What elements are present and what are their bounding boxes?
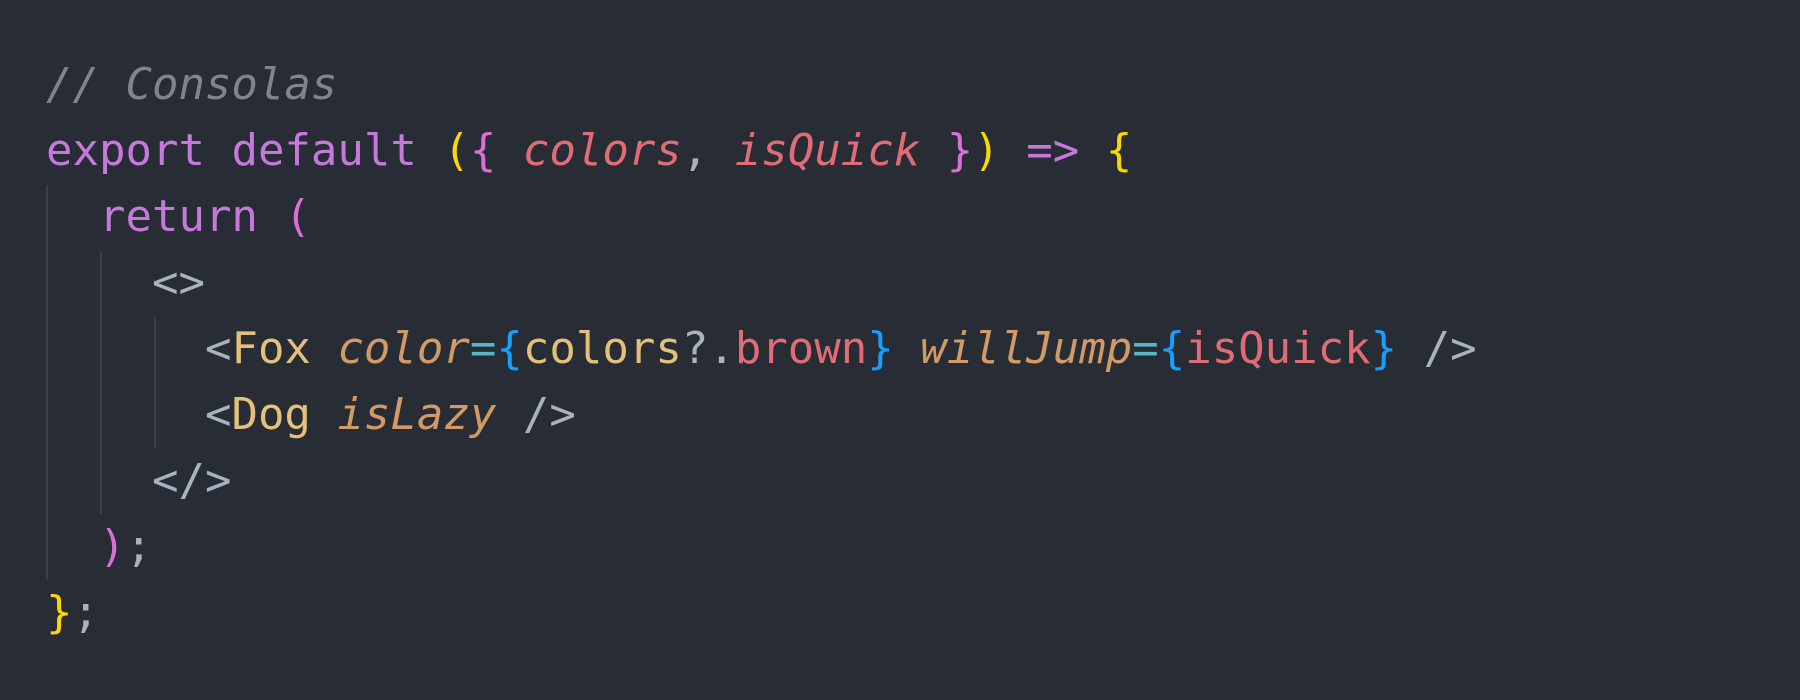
attribute-willjump: willJump xyxy=(920,323,1133,374)
fragment-close-tag: </> xyxy=(151,455,232,506)
keyword-export: export xyxy=(46,125,205,176)
code-line-7: </> xyxy=(46,448,1477,514)
tag-open-bracket: < xyxy=(204,389,232,440)
tag-open-bracket: < xyxy=(204,323,232,374)
expression-open-brace: { xyxy=(496,323,523,374)
code-line-4: <> xyxy=(46,250,1477,316)
code-editor[interactable]: // Consolas export default ({ colors, is… xyxy=(0,0,1800,700)
semicolon: ; xyxy=(125,521,152,572)
component-fox: Fox xyxy=(231,323,311,374)
expression-open-brace: { xyxy=(1158,323,1186,374)
code-line-3: return ( xyxy=(46,184,1477,250)
close-brace: } xyxy=(946,125,974,176)
arrow-operator: => xyxy=(1026,125,1080,176)
attribute-equals: = xyxy=(1132,323,1159,374)
code-line-5: <Fox color={colors?.brown} willJump={isQ… xyxy=(46,316,1477,382)
parameter-colors: colors xyxy=(522,125,682,176)
property-brown: brown xyxy=(734,323,868,374)
code-line-8: ); xyxy=(46,514,1477,580)
expression-close-brace: } xyxy=(1370,323,1398,374)
semicolon: ; xyxy=(72,587,100,638)
keyword-return: return xyxy=(98,191,258,242)
close-paren: ) xyxy=(973,125,1000,176)
parameter-isquick: isQuick xyxy=(734,125,921,176)
attribute-equals: = xyxy=(469,323,497,374)
comma: , xyxy=(681,125,709,176)
value-isquick: isQuick xyxy=(1185,323,1371,374)
attribute-color: color xyxy=(337,323,470,374)
self-closing-tag: /> xyxy=(1423,323,1477,374)
code-line-9: }; xyxy=(46,580,1477,646)
code-line-6: <Dog isLazy /> xyxy=(46,382,1477,448)
code-line-2: export default ({ colors, isQuick }) => … xyxy=(46,118,1477,184)
code-line-1: // Consolas xyxy=(46,52,1477,118)
keyword-default: default xyxy=(231,125,417,176)
code-block: // Consolas export default ({ colors, is… xyxy=(46,52,1477,646)
optional-chaining: ?. xyxy=(681,323,735,374)
component-dog: Dog xyxy=(231,389,311,440)
return-open-paren: ( xyxy=(284,191,311,242)
function-body-brace: { xyxy=(1105,125,1133,176)
fragment-open-tag: <> xyxy=(151,257,205,308)
expression-close-brace: } xyxy=(867,323,894,374)
function-close-brace: } xyxy=(46,587,73,638)
return-close-paren: ) xyxy=(98,521,126,572)
open-brace: { xyxy=(469,125,497,176)
comment: // Consolas xyxy=(46,59,338,110)
self-closing-tag: /> xyxy=(522,389,576,440)
open-paren: ( xyxy=(443,125,470,176)
attribute-islazy: isLazy xyxy=(337,389,497,440)
object-colors: colors xyxy=(522,323,682,374)
